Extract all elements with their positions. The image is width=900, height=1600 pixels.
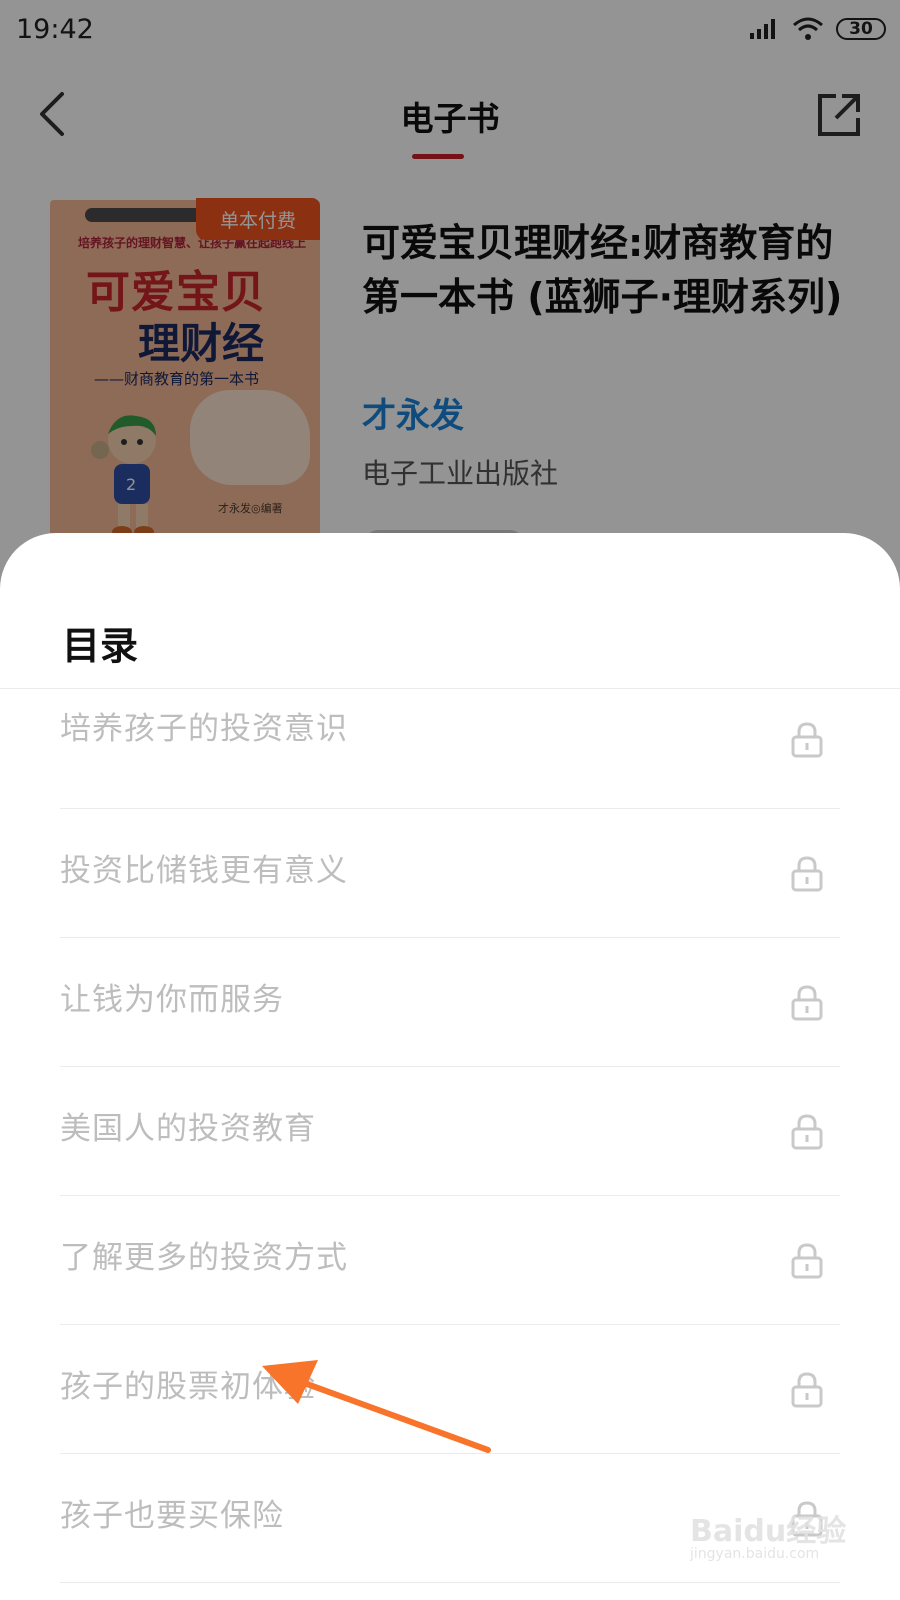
lock-icon <box>791 1372 823 1408</box>
lock-icon <box>791 1114 823 1150</box>
lock-icon <box>791 1243 823 1279</box>
modal-overlay[interactable] <box>0 0 900 600</box>
chapter-item[interactable]: 培养孩子的投资意识 <box>60 689 840 809</box>
chapter-item[interactable]: 让钱为你而服务 <box>60 938 840 1067</box>
watermark-url: jingyan.baidu.com <box>690 1546 820 1562</box>
chapter-label: 了解更多的投资方式 <box>60 1240 348 1276</box>
chapter-label: 孩子也要买保险 <box>60 1498 284 1534</box>
chapter-item[interactable]: 了解更多的投资方式 <box>60 1196 840 1325</box>
chapter-item[interactable]: 美国人的投资教育 <box>60 1067 840 1196</box>
annotation-arrow-icon <box>262 1360 491 1453</box>
lock-icon <box>791 856 823 892</box>
chapter-label: 培养孩子的投资意识 <box>60 711 348 747</box>
toc-title: 目录 <box>62 624 139 668</box>
chapter-label: 让钱为你而服务 <box>60 982 284 1018</box>
baidu-watermark: Baidu经验 jingyan.baidu.com <box>690 1506 860 1576</box>
watermark-logo-text: Baidu经验 <box>690 1514 847 1549</box>
chapter-label: 美国人的投资教育 <box>60 1111 316 1147</box>
lock-icon <box>791 985 823 1021</box>
chapter-label: 投资比储钱更有意义 <box>60 853 348 889</box>
lock-icon <box>791 722 823 758</box>
chapter-item[interactable]: 投资比储钱更有意义 <box>60 809 840 938</box>
